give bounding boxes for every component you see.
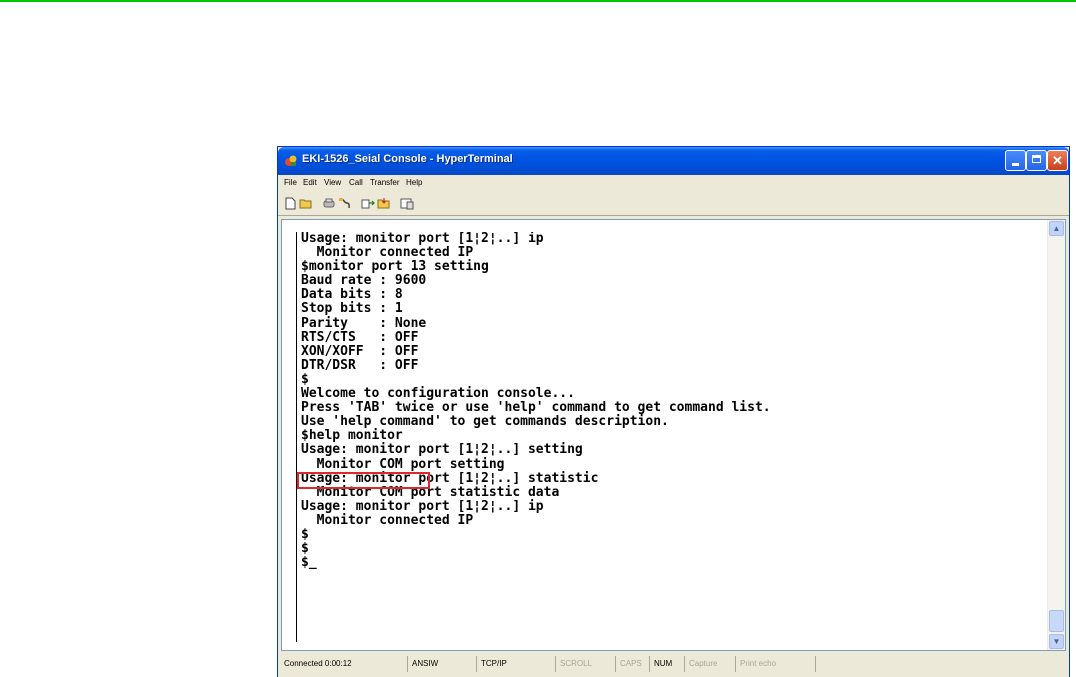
scroll-thumb[interactable] bbox=[1049, 610, 1064, 632]
menu-help[interactable]: Help bbox=[406, 178, 422, 187]
status-scroll: SCROLL bbox=[556, 656, 616, 672]
menu-edit[interactable]: Edit bbox=[303, 178, 317, 187]
disconnect-icon[interactable] bbox=[338, 197, 352, 210]
terminal-line: Usage: monitor port [1¦2¦..] ip bbox=[301, 232, 544, 246]
hyperterminal-window: EKI-1526_Seial Console - HyperTerminal ✕… bbox=[277, 146, 1070, 677]
terminal-line: Data bits : 8 bbox=[301, 287, 403, 303]
menu-bar: File Edit View Call Transfer Help bbox=[278, 175, 1069, 192]
maximize-icon bbox=[1032, 155, 1041, 163]
terminal-line: Monitor connected IP bbox=[301, 245, 474, 261]
status-emulation: ANSIW bbox=[408, 656, 477, 672]
status-bar: Connected 0:00:12 ANSIW TCP/IP SCROLL CA… bbox=[278, 653, 1069, 677]
terminal-line: $help monitor bbox=[301, 428, 403, 444]
terminal-line: Welcome to configuration console... bbox=[301, 386, 575, 402]
status-num: NUM bbox=[650, 656, 685, 672]
scroll-up-button[interactable]: ▲ bbox=[1049, 221, 1064, 236]
terminal-output[interactable]: Usage: monitor port [1¦2¦..] ip Monitor … bbox=[296, 232, 1050, 642]
menu-file[interactable]: File bbox=[284, 178, 297, 187]
terminal-line: Monitor COM port setting bbox=[301, 456, 505, 472]
terminal-line: RTS/CTS : OFF bbox=[301, 329, 419, 345]
scroll-down-button[interactable]: ▼ bbox=[1049, 634, 1064, 649]
terminal-line: Baud rate : 9600 bbox=[301, 273, 427, 289]
terminal-line: $ bbox=[301, 371, 309, 387]
new-icon[interactable] bbox=[283, 197, 297, 210]
close-button[interactable]: ✕ bbox=[1047, 150, 1068, 171]
window-title: EKI-1526_Seial Console - HyperTerminal bbox=[302, 153, 513, 165]
terminal-line: Press 'TAB' twice or use 'help' command … bbox=[301, 400, 771, 416]
terminal-line: DTR/DSR : OFF bbox=[301, 357, 419, 373]
status-caps: CAPS bbox=[616, 656, 650, 672]
title-bar[interactable]: EKI-1526_Seial Console - HyperTerminal ✕ bbox=[278, 147, 1069, 175]
status-print-echo: Print echo bbox=[736, 656, 816, 672]
receive-icon[interactable] bbox=[377, 197, 391, 210]
chevron-down-icon: ▼ bbox=[1052, 637, 1061, 646]
connect-icon[interactable] bbox=[322, 197, 336, 210]
terminal-line: $ bbox=[301, 541, 309, 557]
send-icon[interactable] bbox=[361, 197, 375, 210]
terminal-line: Monitor connected IP bbox=[301, 512, 474, 528]
terminal-line: Usage: monitor port [1¦2¦..] ip bbox=[301, 498, 544, 514]
status-capture: Capture bbox=[685, 656, 736, 672]
terminal-line: Stop bits : 1 bbox=[301, 301, 403, 317]
properties-icon[interactable] bbox=[400, 197, 414, 210]
vertical-scrollbar[interactable]: ▲ ▼ bbox=[1047, 220, 1065, 650]
terminal-line: $_ bbox=[301, 555, 317, 571]
terminal-client-area[interactable]: Usage: monitor port [1¦2¦..] ip Monitor … bbox=[281, 219, 1066, 651]
terminal-line: Usage: monitor port [1¦2¦..] setting bbox=[301, 442, 583, 458]
menu-view[interactable]: View bbox=[324, 178, 341, 187]
terminal-line: Use 'help command' to get commands descr… bbox=[301, 414, 669, 430]
terminal-line: XON/XOFF : OFF bbox=[301, 343, 419, 359]
top-green-rule bbox=[0, 0, 1076, 2]
menu-transfer[interactable]: Transfer bbox=[370, 178, 400, 187]
status-protocol: TCP/IP bbox=[477, 656, 556, 672]
close-icon: ✕ bbox=[1052, 153, 1063, 168]
help-monitor-highlight bbox=[297, 472, 430, 489]
minimize-button[interactable] bbox=[1005, 150, 1026, 171]
menu-call[interactable]: Call bbox=[349, 178, 363, 187]
hyperterminal-app-icon[interactable] bbox=[284, 154, 298, 168]
minimize-icon bbox=[1012, 163, 1019, 166]
terminal-line: Parity : None bbox=[301, 315, 427, 331]
status-connected: Connected 0:00:12 bbox=[280, 656, 408, 672]
toolbar bbox=[278, 192, 1069, 216]
terminal-line: $ bbox=[301, 526, 309, 542]
chevron-up-icon: ▲ bbox=[1052, 224, 1061, 233]
terminal-line: $monitor port 13 setting bbox=[301, 259, 489, 275]
open-icon[interactable] bbox=[299, 197, 313, 210]
maximize-button[interactable] bbox=[1026, 150, 1047, 171]
